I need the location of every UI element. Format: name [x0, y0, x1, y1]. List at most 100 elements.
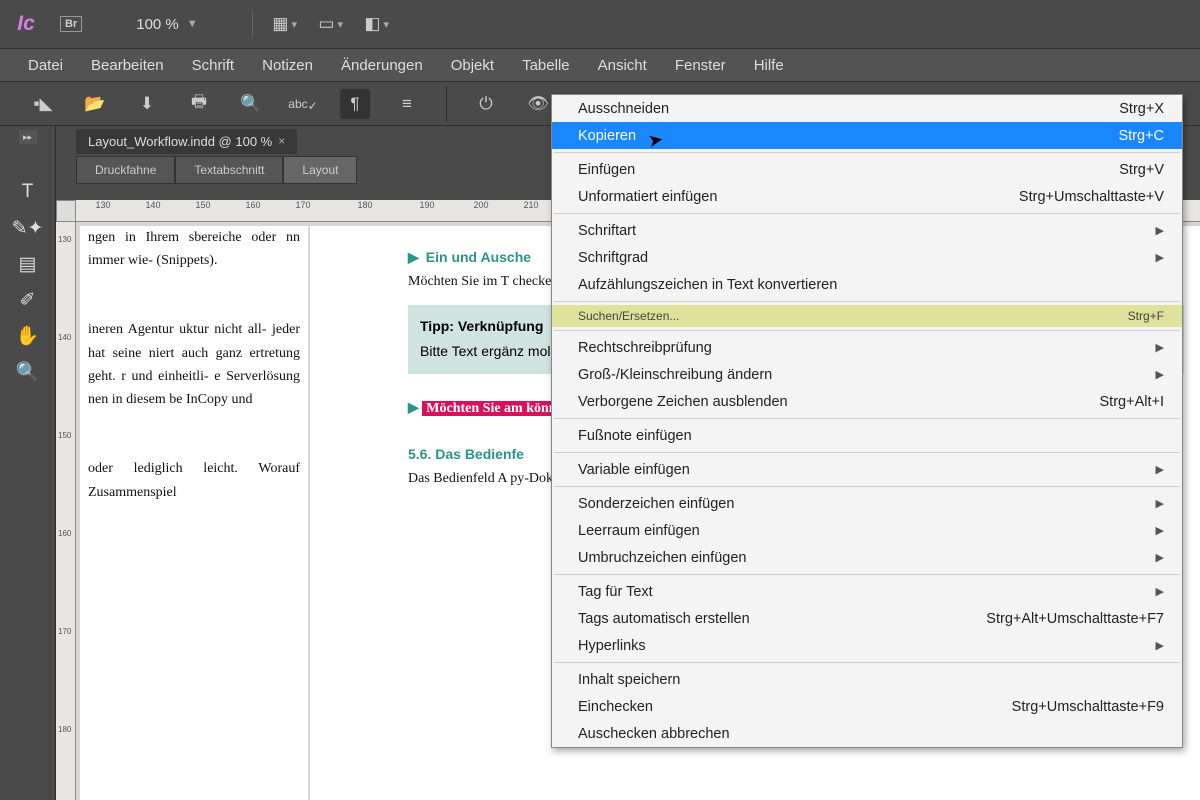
- menu-hilfe[interactable]: Hilfe: [740, 51, 798, 80]
- menu-separator: [554, 486, 1180, 487]
- menu-label: Inhalt speichern: [578, 672, 680, 688]
- tab-textabschnitt[interactable]: Textabschnitt: [175, 156, 283, 184]
- hand-tool-icon[interactable]: ✋: [8, 318, 48, 354]
- menu-label: Umbruchzeichen einfügen: [578, 550, 746, 566]
- context-menu-item[interactable]: Auschecken abbrechen: [552, 720, 1182, 747]
- shortcut-label: Strg+V: [1119, 162, 1164, 178]
- topbar: Ic Br 100 %▼ ▦▾ ▭▾ ◧▾: [0, 0, 1200, 48]
- document-tab[interactable]: Layout_Workflow.indd @ 100 % ×: [76, 129, 297, 154]
- menu-label: Kopieren: [578, 128, 636, 144]
- context-menu-item[interactable]: Aufzählungszeichen in Text konvertieren: [552, 271, 1182, 298]
- frames-icon[interactable]: ▦▾: [271, 10, 299, 38]
- context-menu-item[interactable]: Kopieren Strg+C: [552, 122, 1182, 149]
- context-menu-item[interactable]: Schriftart ▶: [552, 217, 1182, 244]
- search-icon[interactable]: 🔍: [236, 89, 266, 119]
- menu-label: Einchecken: [578, 699, 653, 715]
- spellcheck-icon[interactable]: abc✓: [288, 89, 318, 119]
- pilcrow-icon[interactable]: ¶: [340, 89, 370, 119]
- zoom-tool-icon[interactable]: 🔍: [8, 354, 48, 390]
- fit-icon[interactable]: ▭▾: [317, 10, 345, 38]
- vertical-ruler: 130 140 150 160 170 180: [56, 222, 76, 800]
- note-tool-icon[interactable]: ▤: [8, 246, 48, 282]
- save-icon[interactable]: ▪◣: [28, 89, 58, 119]
- shortcut-label: Strg+C: [1118, 128, 1164, 144]
- eye-icon[interactable]: 👁: [523, 89, 553, 119]
- menu-label: Variable einfügen: [578, 462, 690, 478]
- submenu-arrow-icon: ▶: [1156, 251, 1164, 264]
- shortcut-label: Strg+Umschalttaste+V: [1019, 189, 1164, 205]
- type-tool-icon[interactable]: T: [8, 174, 48, 210]
- menu-label: Einfügen: [578, 162, 635, 178]
- menu-schrift[interactable]: Schrift: [178, 51, 249, 80]
- context-menu-item[interactable]: Tag für Text▶: [552, 578, 1182, 605]
- context-menu-item[interactable]: Rechtschreibprüfung▶: [552, 334, 1182, 361]
- tool-sidebar: ▸▸ T ✎✦ ▤ ✐ ✋ 🔍: [0, 126, 56, 800]
- body-text[interactable]: ngen in Ihrem sbereiche oder nn immer wi…: [80, 226, 308, 272]
- menu-separator: [554, 452, 1180, 453]
- panel-icon[interactable]: ◧▾: [363, 10, 391, 38]
- menu-notizen[interactable]: Notizen: [248, 51, 327, 80]
- download-icon[interactable]: ⬇: [132, 89, 162, 119]
- menu-tabelle[interactable]: Tabelle: [508, 51, 584, 80]
- menu-objekt[interactable]: Objekt: [437, 51, 508, 80]
- zoom-level[interactable]: 100 %▼: [136, 16, 197, 33]
- submenu-arrow-icon: ▶: [1156, 463, 1164, 476]
- submenu-arrow-icon: ▶: [1156, 497, 1164, 510]
- shortcut-label: Strg+X: [1119, 101, 1164, 117]
- menu-separator: [554, 418, 1180, 419]
- context-menu-item[interactable]: Inhalt speichern: [552, 666, 1182, 693]
- context-menu-item[interactable]: Schriftgrad ▶: [552, 244, 1182, 271]
- menu-aenderungen[interactable]: Änderungen: [327, 51, 437, 80]
- context-menu-item[interactable]: Variable einfügen ▶: [552, 456, 1182, 483]
- submenu-arrow-icon: ▶: [1156, 639, 1164, 652]
- power-icon[interactable]: ⏻: [471, 89, 501, 119]
- shortcut-label: Strg+F: [1128, 309, 1164, 323]
- menu-label: Tags automatisch erstellen: [578, 611, 750, 627]
- menu-label: Leerraum einfügen: [578, 523, 700, 539]
- body-text[interactable]: oder lediglich leicht. Worauf Zusammensp…: [80, 457, 308, 503]
- menu-label: Schriftgrad: [578, 250, 648, 266]
- context-menu-item[interactable]: Unformatiert einfügen Strg+Umschalttaste+…: [552, 183, 1182, 210]
- brush-tool-icon[interactable]: ✎✦: [8, 210, 48, 246]
- expand-sidebar-icon[interactable]: ▸▸: [19, 130, 37, 144]
- submenu-arrow-icon: ▶: [1156, 585, 1164, 598]
- menu-label: Groß-/Kleinschreibung ändern: [578, 367, 772, 383]
- context-menu-item[interactable]: Einfügen Strg+V: [552, 156, 1182, 183]
- bridge-badge[interactable]: Br: [60, 16, 82, 32]
- context-menu-item[interactable]: Sonderzeichen einfügen▶: [552, 490, 1182, 517]
- submenu-arrow-icon: ▶: [1156, 224, 1164, 237]
- context-menu-item[interactable]: Umbruchzeichen einfügen ▶: [552, 544, 1182, 571]
- shortcut-label: Strg+Umschalttaste+F9: [1012, 699, 1164, 715]
- context-menu-item[interactable]: Hyperlinks▶: [552, 632, 1182, 659]
- context-menu-item[interactable]: Suchen/Ersetzen...Strg+F: [552, 305, 1182, 327]
- context-menu-item[interactable]: AusschneidenStrg+X: [552, 95, 1182, 122]
- menu-label: Aufzählungszeichen in Text konvertieren: [578, 277, 837, 293]
- tab-druckfahne[interactable]: Druckfahne: [76, 156, 175, 184]
- menu-fenster[interactable]: Fenster: [661, 51, 740, 80]
- shortcut-label: Strg+Alt+I: [1100, 394, 1164, 410]
- context-menu-item[interactable]: Leerraum einfügen▶: [552, 517, 1182, 544]
- context-menu-item[interactable]: Tags automatisch erstellenStrg+Alt+Umsch…: [552, 605, 1182, 632]
- open-icon[interactable]: 📂: [80, 89, 110, 119]
- lines-icon[interactable]: ≡: [392, 89, 422, 119]
- menu-datei[interactable]: Datei: [14, 51, 77, 80]
- menu-separator: [554, 662, 1180, 663]
- print-icon[interactable]: 🖶: [184, 89, 214, 119]
- context-menu-item[interactable]: Einchecken Strg+Umschalttaste+F9: [552, 693, 1182, 720]
- close-tab-icon[interactable]: ×: [278, 134, 285, 148]
- context-menu-item[interactable]: Groß-/Kleinschreibung ändern▶: [552, 361, 1182, 388]
- submenu-arrow-icon: ▶: [1156, 551, 1164, 564]
- menu-separator: [554, 330, 1180, 331]
- tab-layout[interactable]: Layout: [283, 156, 357, 184]
- context-menu-item[interactable]: Verborgene Zeichen ausblenden Strg+Alt+I: [552, 388, 1182, 415]
- page-left: ngen in Ihrem sbereiche oder nn immer wi…: [80, 226, 308, 800]
- context-menu-item[interactable]: Fußnote einfügen: [552, 422, 1182, 449]
- menu-label: Unformatiert einfügen: [578, 189, 717, 205]
- menu-bearbeiten[interactable]: Bearbeiten: [77, 51, 178, 80]
- menu-ansicht[interactable]: Ansicht: [584, 51, 661, 80]
- body-text[interactable]: ineren Agentur uktur nicht all- jeder ha…: [80, 318, 308, 411]
- menu-label: Auschecken abbrechen: [578, 726, 730, 742]
- eyedropper-tool-icon[interactable]: ✐: [8, 282, 48, 318]
- menu-label: Verborgene Zeichen ausblenden: [578, 394, 788, 410]
- menu-label: Schriftart: [578, 223, 636, 239]
